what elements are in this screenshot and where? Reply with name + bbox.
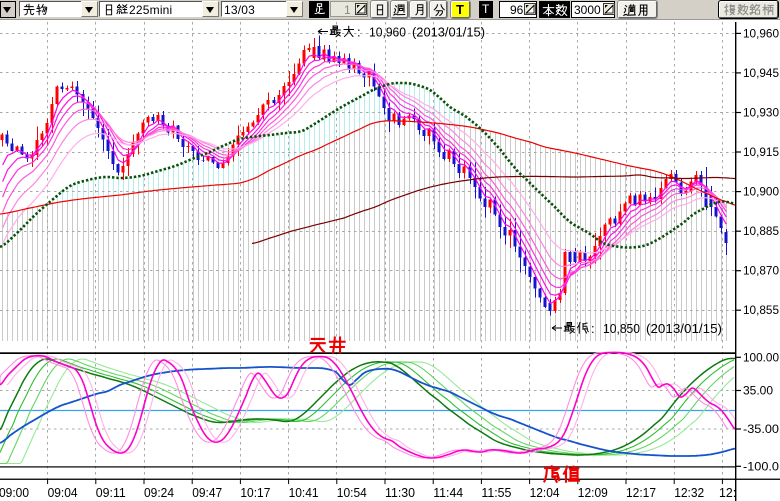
svg-text:10,855: 10,855 — [743, 305, 779, 317]
svg-text:12:32: 12:32 — [674, 485, 704, 500]
svg-text:-100.0: -100.0 — [743, 461, 779, 473]
svg-text:(2013/01/15): (2013/01/15) — [646, 321, 722, 336]
svg-text:09:04: 09:04 — [48, 485, 78, 500]
svg-text::: : — [357, 25, 361, 40]
svg-text:(2013/01/15): (2013/01/15) — [412, 25, 485, 40]
svg-text:09:00: 09:00 — [0, 485, 29, 500]
svg-text:10,870: 10,870 — [743, 266, 779, 278]
svg-text:35.00: 35.00 — [743, 386, 773, 398]
svg-text:09:47: 09:47 — [192, 485, 222, 500]
svg-text:10:17: 10:17 — [240, 485, 270, 500]
svg-text:11:55: 11:55 — [481, 485, 511, 500]
svg-text:10,850: 10,850 — [603, 321, 640, 336]
svg-text:10,900: 10,900 — [743, 187, 779, 199]
svg-text:12:04: 12:04 — [530, 485, 560, 500]
svg-text:100.00: 100.00 — [743, 352, 779, 364]
svg-text:10,915: 10,915 — [743, 147, 779, 159]
svg-text:10,930: 10,930 — [743, 108, 779, 120]
svg-text:11:30: 11:30 — [385, 485, 415, 500]
svg-text:10,885: 10,885 — [743, 226, 779, 238]
svg-text:10,960: 10,960 — [369, 25, 406, 40]
svg-text:12:09: 12:09 — [578, 485, 608, 500]
svg-text:-35.00: -35.00 — [743, 424, 779, 436]
svg-text:10,960: 10,960 — [743, 28, 779, 40]
svg-text:12:17: 12:17 — [626, 485, 656, 500]
svg-text::: : — [591, 321, 595, 336]
svg-text:09:24: 09:24 — [144, 485, 174, 500]
svg-text:09:11: 09:11 — [96, 485, 126, 500]
svg-text:11:44: 11:44 — [433, 485, 463, 500]
svg-text:10,945: 10,945 — [743, 68, 779, 80]
svg-text:10:54: 10:54 — [337, 485, 367, 500]
svg-text:10:41: 10:41 — [289, 485, 319, 500]
